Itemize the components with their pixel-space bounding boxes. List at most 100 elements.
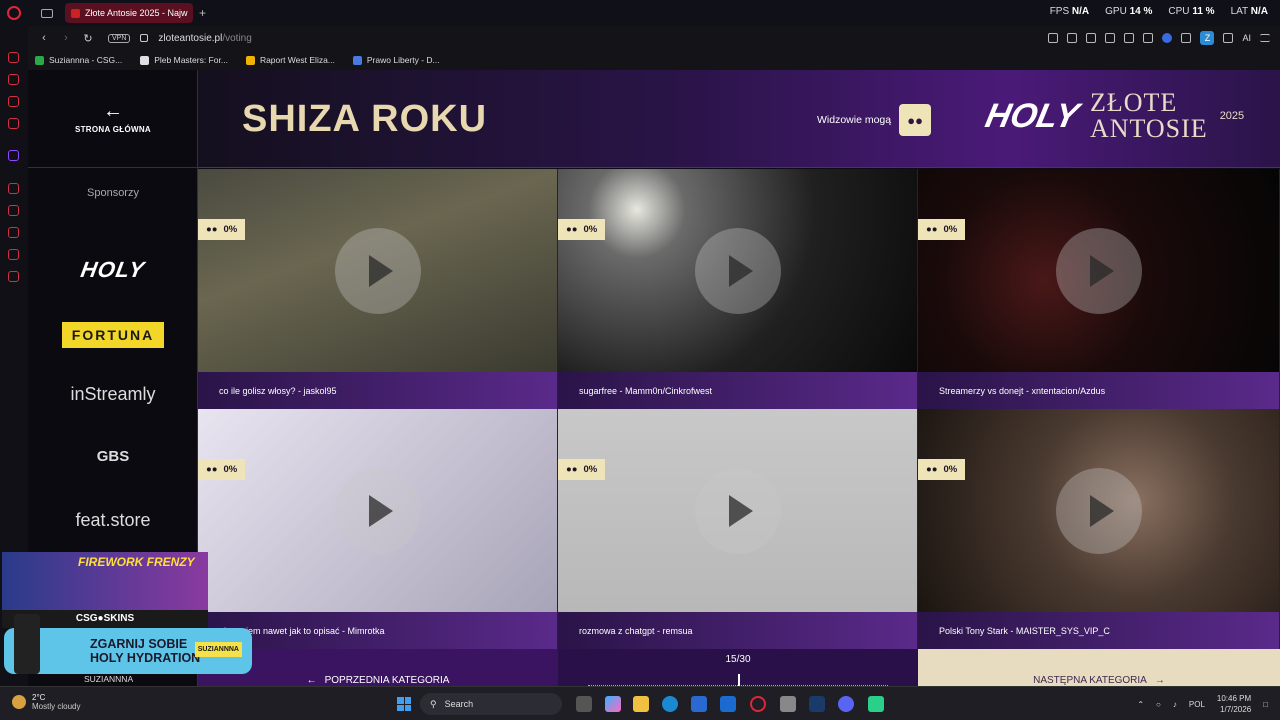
users-icon[interactable]: ●● [899, 104, 932, 136]
weather-widget[interactable]: 2°C Mostly cloudy [12, 693, 80, 711]
tab-workspaces-icon[interactable] [41, 8, 53, 18]
sponsor-fortuna[interactable]: FORTUNA [28, 322, 198, 348]
url-field[interactable]: zloteantosie.pl/voting [158, 33, 251, 44]
vote-percent-badge: ●● 0% [558, 459, 606, 480]
steam-icon[interactable] [809, 696, 825, 712]
clip-caption: co ile golisz włosy? - jaskol95 [198, 372, 557, 409]
menu-icon[interactable] [1260, 34, 1270, 42]
sidebar-send-icon[interactable] [8, 205, 19, 216]
puzzle-icon[interactable] [1181, 33, 1192, 43]
stat-gpu: GPU 14 % [1105, 6, 1153, 17]
clip-card[interactable]: ●● 0% rozmowa z chatgpt - remsua [558, 409, 918, 649]
stat-cpu: CPU 11 % [1168, 6, 1215, 17]
bookmark-item[interactable]: Pleb Masters: For... [140, 55, 228, 65]
streamer-name: SUZIANNNA [84, 674, 134, 684]
category-navigation: ← POPRZEDNIA KATEGORIA 15/30 NASTĘPNA KAT… [198, 649, 1280, 686]
bookmark-item[interactable]: Prawo Liberty - D... [352, 55, 440, 65]
snipping-tool-icon[interactable] [780, 696, 796, 712]
ai-button[interactable]: AI [1242, 33, 1251, 43]
clip-caption: sugarfree - Mamm0n/Cinkrofwest [558, 372, 917, 409]
sidebar-twitch-icon[interactable] [8, 150, 19, 161]
discord-icon[interactable] [838, 696, 854, 712]
clip-caption: Streamerzy vs donejt - xntentacion/Azdus [918, 372, 1279, 409]
clip-card[interactable]: ●● 0% co ile golisz włosy? - jaskol95 [198, 169, 558, 409]
sidebar-extensions-icon[interactable] [8, 249, 19, 260]
wifi-icon[interactable]: ○ [1156, 700, 1161, 709]
sponsor-instreamly[interactable]: inStreamly [28, 384, 198, 405]
store-icon[interactable] [691, 696, 707, 712]
next-category-button[interactable]: NASTĘPNA KATEGORIA → [918, 649, 1280, 686]
clip-thumbnail[interactable]: ●● 0% [918, 169, 1279, 372]
sidebar-aria-icon[interactable] [8, 52, 19, 63]
users-icon: ●● [566, 224, 578, 235]
page-title: SHIZA ROKU [242, 98, 488, 140]
clock[interactable]: 10:46 PM 1/7/2026 [1217, 693, 1251, 715]
play-icon[interactable] [1055, 227, 1142, 314]
sponsor-featstore[interactable]: feat.store [28, 510, 198, 531]
tab-title: Złote Antosie 2025 - Najw [85, 8, 188, 18]
pin-icon[interactable] [1048, 33, 1059, 43]
home-link[interactable]: ← STRONA GŁÓWNA [28, 70, 198, 168]
play-icon[interactable] [1055, 467, 1142, 554]
shield-icon[interactable] [1086, 33, 1097, 43]
sponsor-holy[interactable]: HOLY [28, 257, 198, 283]
clips-grid: ●● 0% co ile golisz włosy? - jaskol95 ●● 0… [198, 169, 1280, 649]
vpn-badge[interactable]: VPN [108, 33, 131, 43]
z-extension-icon[interactable]: Z [1200, 31, 1215, 45]
bookmark-item[interactable]: Raport West Eliza... [245, 55, 335, 65]
copilot-icon[interactable] [605, 696, 621, 712]
outlook-icon[interactable] [720, 696, 736, 712]
home-label: STRONA GŁÓWNA [74, 125, 152, 134]
game-banner: FIREWORK FRENZY [2, 552, 208, 610]
reload-icon[interactable]: ↻ [82, 32, 94, 45]
file-explorer-icon[interactable] [633, 696, 649, 712]
opera-logo-icon[interactable] [7, 6, 21, 20]
edge-icon[interactable] [662, 696, 678, 712]
lang-indicator[interactable]: POL [1189, 700, 1205, 709]
windows-start-icon[interactable] [397, 697, 411, 711]
volume-icon[interactable]: ♪ [1173, 700, 1177, 709]
active-tab[interactable]: Złote Antosie 2025 - Najw [65, 3, 193, 23]
vote-percent-badge: ●● 0% [558, 219, 606, 240]
sidebar-history-icon[interactable] [8, 227, 19, 238]
sidebar-bag-icon[interactable] [8, 74, 19, 85]
play-icon[interactable] [334, 467, 421, 554]
sponsors-title: Sponsorzy [87, 187, 139, 199]
translate-icon[interactable] [1105, 33, 1116, 43]
notification-icon[interactable]: □ [1263, 700, 1268, 709]
play-icon[interactable] [694, 467, 781, 554]
sidebar-settings-icon[interactable] [8, 271, 19, 282]
opera-taskbar-icon[interactable] [750, 696, 766, 712]
arrow-left-icon: ← [306, 675, 317, 686]
new-tab-button[interactable]: + [199, 6, 206, 20]
clip-card[interactable]: ●● 0% Polski Tony Stark - MAISTER_SYS_VIP… [918, 409, 1280, 649]
play-icon[interactable] [694, 227, 781, 314]
heart-icon[interactable] [1143, 33, 1154, 43]
download-icon[interactable] [1223, 33, 1234, 43]
clip-card[interactable]: ●● 0% Streamerzy vs donejt - xntentacion/… [918, 169, 1280, 409]
task-view-icon[interactable] [576, 696, 592, 712]
lock-icon[interactable] [140, 34, 149, 42]
clip-thumbnail[interactable]: ●● 0% [558, 409, 917, 612]
sponsor-gbs[interactable]: GBS [28, 448, 198, 466]
play-icon[interactable] [1124, 33, 1135, 43]
taskbar-search[interactable]: ⚲ Search [420, 693, 562, 715]
app-icon[interactable] [868, 696, 884, 712]
code-tag: SUZIANNNA [194, 642, 242, 657]
bookmark-item[interactable]: Suziannna - CSG... [35, 55, 122, 65]
snapshot-icon[interactable] [1067, 33, 1078, 43]
category-progress: 15/30 [558, 649, 918, 686]
clip-card[interactable]: ●● 0% sugarfree - Mamm0n/Cinkrofwest [558, 169, 918, 409]
back-icon[interactable]: ‹ [38, 32, 50, 44]
sidebar-messenger-icon[interactable] [8, 96, 19, 107]
sidebar-player-icon[interactable] [8, 183, 19, 194]
clip-caption: Polski Tony Stark - MAISTER_SYS_VIP_C [918, 612, 1279, 649]
clip-thumbnail[interactable]: ●● 0% [198, 169, 557, 372]
forward-icon[interactable]: › [60, 32, 72, 44]
chevron-up-icon[interactable]: ⌃ [1137, 700, 1144, 709]
clip-thumbnail[interactable]: ●● 0% [918, 409, 1279, 612]
extension-icon[interactable] [1162, 33, 1173, 43]
sidebar-m-icon[interactable] [8, 118, 19, 129]
play-icon[interactable] [334, 227, 421, 314]
clip-thumbnail[interactable]: ●● 0% [558, 169, 917, 372]
